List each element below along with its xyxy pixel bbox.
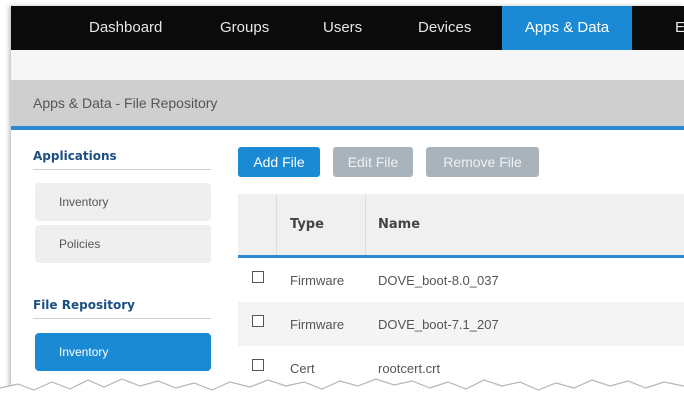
row-checkbox[interactable] — [252, 359, 264, 371]
top-navigation: Dashboard Groups Users Devices Apps & Da… — [11, 6, 684, 50]
row-type: Cert — [290, 361, 315, 376]
column-header-name[interactable]: Name — [378, 217, 420, 232]
sidebar-item-applications-inventory[interactable]: Inventory — [35, 183, 211, 221]
column-separator — [365, 194, 366, 255]
page-title: Apps & Data - File Repository — [33, 95, 218, 111]
row-checkbox[interactable] — [252, 315, 264, 327]
sidebar-heading-applications: Applications — [33, 149, 211, 170]
remove-file-button[interactable]: Remove File — [426, 147, 539, 177]
edit-file-button[interactable]: Edit File — [333, 147, 413, 177]
add-file-button[interactable]: Add File — [238, 147, 320, 177]
table-row[interactable]: Firmware DOVE_boot-7.1_207 — [238, 302, 684, 346]
row-checkbox[interactable] — [252, 271, 264, 283]
column-separator — [276, 194, 277, 255]
table-row[interactable]: Cert rootcert.crt — [238, 346, 684, 390]
column-header-type[interactable]: Type — [290, 217, 324, 232]
tab-dashboard[interactable]: Dashboard — [89, 6, 162, 50]
tab-groups[interactable]: Groups — [220, 6, 269, 50]
sidebar-item-applications-policies[interactable]: Policies — [35, 225, 211, 263]
table-row[interactable]: Firmware DOVE_boot-8.0_037 — [238, 258, 684, 302]
sidebar-item-file-repository-inventory[interactable]: Inventory — [35, 333, 211, 371]
row-name: rootcert.crt — [378, 361, 441, 376]
row-name: DOVE_boot-7.1_207 — [378, 317, 499, 332]
row-type: Firmware — [290, 273, 345, 288]
app-window: Dashboard Groups Users Devices Apps & Da… — [11, 6, 684, 403]
tab-users[interactable]: Users — [323, 6, 362, 50]
sub-bar — [11, 50, 684, 80]
page-header: Apps & Data - File Repository — [11, 80, 684, 130]
tab-apps-and-data[interactable]: Apps & Data — [502, 6, 632, 50]
file-table: Type Name Firmware DOVE_boot-8.0_037 Fir… — [238, 194, 684, 403]
tab-devices[interactable]: Devices — [418, 6, 471, 50]
row-type: Firmware — [290, 317, 345, 332]
sidebar-heading-file-repository: File Repository — [33, 298, 211, 319]
tab-e-truncated[interactable]: E — [675, 6, 684, 50]
table-header: Type Name — [238, 194, 684, 258]
row-name: DOVE_boot-8.0_037 — [378, 273, 499, 288]
